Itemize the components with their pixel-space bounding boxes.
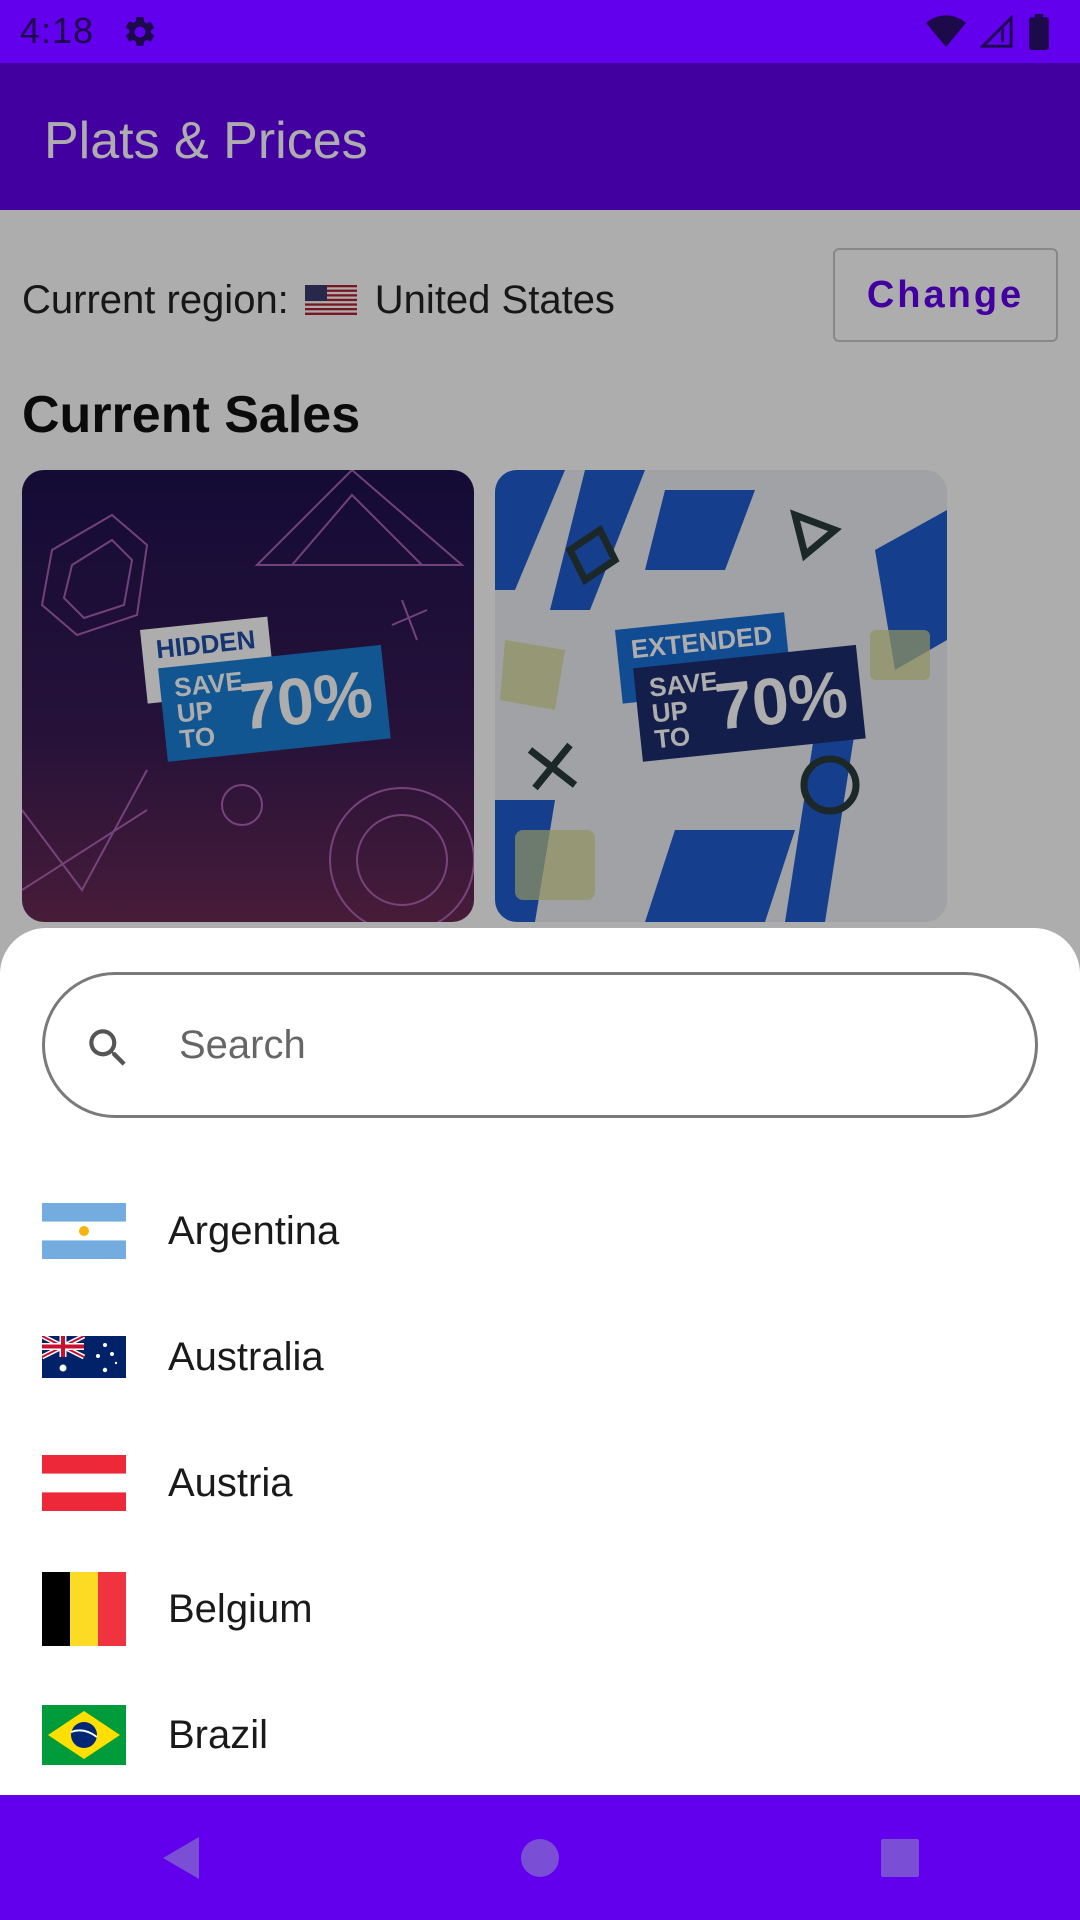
navigation-bar	[0, 1795, 1080, 1920]
recents-icon	[881, 1838, 919, 1877]
search-input[interactable]	[179, 1005, 999, 1085]
recents-button[interactable]	[870, 1828, 930, 1888]
wifi-icon	[926, 15, 966, 48]
country-name: Belgium	[168, 1586, 313, 1631]
signal-icon	[980, 15, 1013, 48]
back-icon	[163, 1836, 199, 1879]
search-icon	[89, 1029, 126, 1066]
argentina-flag-icon	[42, 1203, 126, 1259]
home-icon	[521, 1838, 559, 1877]
country-item-argentina[interactable]: Argentina	[0, 1168, 1080, 1294]
country-item-brazil[interactable]: Brazil	[0, 1672, 1080, 1798]
status-time: 4:18	[20, 10, 95, 51]
austria-flag-icon	[42, 1455, 126, 1511]
country-list: Argentina Australia Austria Belgium Braz…	[0, 1168, 1080, 1798]
australia-flag-icon	[42, 1336, 126, 1378]
region-picker-sheet: Argentina Austr	[0, 928, 1080, 1795]
country-name: Argentina	[168, 1208, 340, 1253]
country-item-australia[interactable]: Australia	[0, 1294, 1080, 1420]
search-field[interactable]	[42, 972, 1038, 1118]
brazil-flag-icon	[42, 1705, 126, 1765]
status-bar: 4:18	[0, 0, 1080, 63]
home-button[interactable]	[510, 1828, 570, 1888]
battery-icon	[1029, 14, 1049, 50]
back-button[interactable]	[150, 1828, 210, 1888]
country-name: Brazil	[168, 1712, 269, 1757]
country-name: Australia	[168, 1334, 324, 1379]
country-name: Austria	[168, 1460, 293, 1505]
status-icons	[926, 12, 1050, 52]
country-item-austria[interactable]: Austria	[0, 1420, 1080, 1546]
settings-icon	[125, 16, 155, 46]
belgium-flag-icon	[42, 1572, 126, 1646]
country-item-belgium[interactable]: Belgium	[0, 1546, 1080, 1672]
